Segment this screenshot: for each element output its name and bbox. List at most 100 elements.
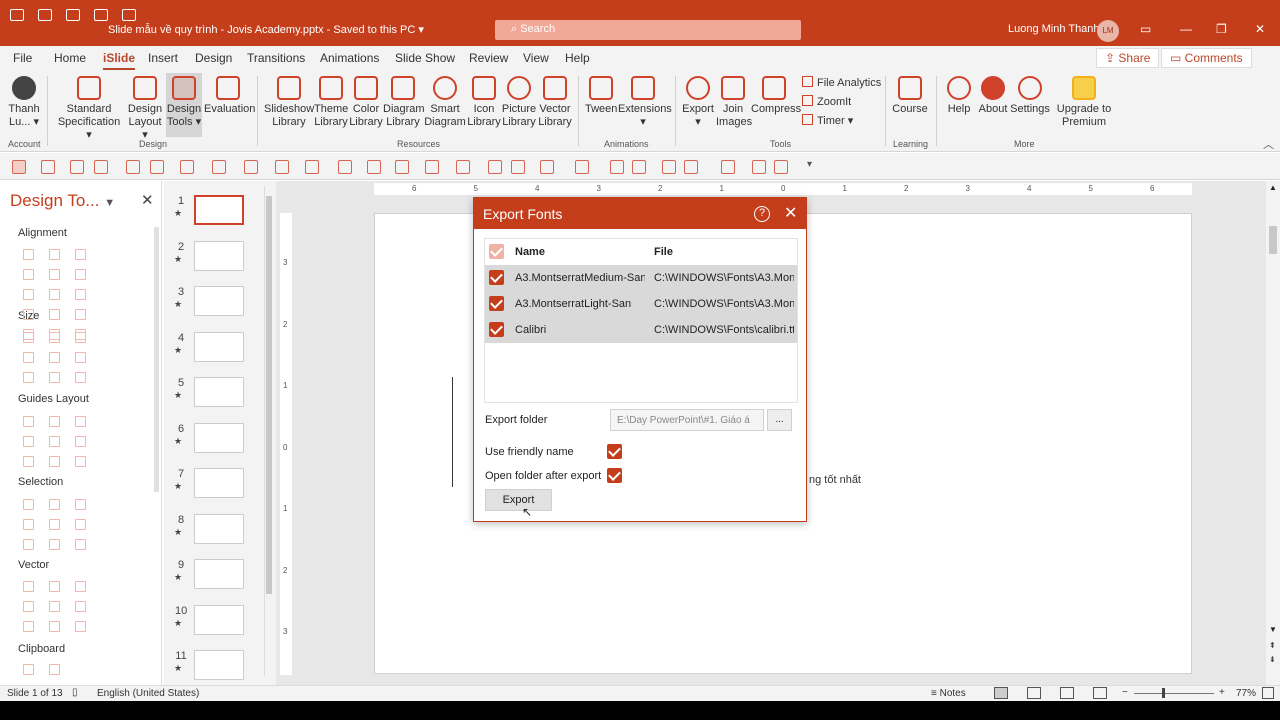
- replace-icon[interactable]: [126, 160, 140, 174]
- tab-islide[interactable]: iSlide: [103, 51, 136, 70]
- slide-thumbnail[interactable]: [194, 422, 244, 453]
- eyedropper-icon[interactable]: [367, 160, 381, 174]
- zoom-in-icon[interactable]: +: [1219, 687, 1225, 698]
- design-layout-button[interactable]: Design Layout ▾: [126, 76, 164, 142]
- slide-thumbnail[interactable]: [194, 195, 244, 225]
- effects-icon[interactable]: [425, 160, 439, 174]
- design-tool-icon[interactable]: [23, 372, 34, 383]
- design-tool-icon[interactable]: [23, 581, 34, 592]
- zoomit-button[interactable]: ZoomIt: [802, 95, 851, 108]
- layout-icon[interactable]: [684, 160, 698, 174]
- tab-review[interactable]: Review: [469, 51, 508, 65]
- account-button[interactable]: Thanh Lu... ▾: [6, 76, 42, 129]
- extensions-button[interactable]: Extensions ▾: [618, 76, 672, 129]
- slide-thumbnail[interactable]: [194, 559, 244, 589]
- transparency-icon[interactable]: [456, 160, 470, 174]
- design-tool-icon[interactable]: [49, 621, 60, 632]
- theme-library-button[interactable]: Theme Library: [314, 76, 348, 129]
- slide-thumbnail[interactable]: [194, 377, 244, 407]
- design-tool-icon[interactable]: [23, 249, 34, 260]
- upgrade-premium-button[interactable]: Upgrade to Premium: [1056, 76, 1112, 129]
- user-name[interactable]: Luong Minh Thanh: [1008, 23, 1100, 35]
- design-tool-icon[interactable]: [23, 621, 34, 632]
- search-box[interactable]: ⌕ Search: [495, 20, 801, 40]
- table-row[interactable]: Calibri C:\WINDOWS\Fonts\calibri.tt: [485, 317, 797, 343]
- slideshow-library-button[interactable]: Slideshow Library: [264, 76, 314, 129]
- slideshow-view-icon[interactable]: [1093, 687, 1107, 699]
- grid-icon[interactable]: [575, 160, 589, 174]
- design-tool-icon[interactable]: [75, 249, 86, 260]
- slide-thumbnail[interactable]: [194, 468, 244, 498]
- scroll-thumb[interactable]: [266, 196, 272, 594]
- vector-library-button[interactable]: Vector Library: [537, 76, 573, 129]
- tab-help[interactable]: Help: [565, 51, 590, 65]
- scroll-up-icon[interactable]: ▲: [1269, 183, 1277, 192]
- help-ribbon-button[interactable]: Help: [944, 76, 974, 116]
- design-tool-icon[interactable]: [75, 309, 86, 320]
- customize-icon[interactable]: [122, 9, 136, 21]
- align-center-icon[interactable]: [632, 160, 646, 174]
- row-checkbox[interactable]: [489, 296, 504, 311]
- course-button[interactable]: Course: [892, 76, 928, 116]
- design-tool-icon[interactable]: [75, 621, 86, 632]
- line-icon[interactable]: [305, 160, 319, 174]
- design-tool-icon[interactable]: [49, 309, 60, 320]
- design-tool-icon[interactable]: [23, 664, 34, 675]
- dialog-header[interactable]: Export Fonts ? ✕: [474, 198, 806, 229]
- reset-icon[interactable]: [41, 160, 55, 174]
- icon-library-button[interactable]: Icon Library: [467, 76, 501, 129]
- standard-specification-button[interactable]: Standard Specification ▾: [54, 76, 124, 142]
- design-tool-icon[interactable]: [75, 332, 86, 343]
- share-button[interactable]: ⇪ Share: [1096, 48, 1160, 68]
- slide-thumbnail[interactable]: [194, 513, 244, 544]
- reading-view-icon[interactable]: [1060, 687, 1074, 699]
- format-shape-icon[interactable]: [395, 160, 409, 174]
- next-slide-icon[interactable]: ⇟: [1269, 655, 1276, 664]
- undo-icon[interactable]: [38, 9, 52, 21]
- design-tool-icon[interactable]: [75, 456, 86, 467]
- design-tool-icon[interactable]: [49, 372, 60, 383]
- design-tool-icon[interactable]: [75, 352, 86, 363]
- design-tools-button[interactable]: Design Tools ▾: [166, 73, 202, 137]
- fill-icon[interactable]: [244, 160, 258, 174]
- design-tool-icon[interactable]: [23, 416, 34, 427]
- design-tool-icon[interactable]: [49, 416, 60, 427]
- toolbar-overflow-icon[interactable]: ▾: [807, 159, 812, 170]
- design-tool-icon[interactable]: [49, 539, 60, 550]
- join-images-button[interactable]: Join Images: [716, 76, 752, 129]
- slide-text-fragment[interactable]: ng tốt nhất: [809, 474, 861, 486]
- export-button[interactable]: Export: [485, 489, 552, 511]
- color-library-button[interactable]: Color Library: [349, 76, 383, 129]
- browse-button[interactable]: ...: [767, 409, 792, 431]
- compress-button[interactable]: Compress: [751, 76, 801, 116]
- zoom-slider[interactable]: [1134, 693, 1214, 694]
- copy-format-icon[interactable]: [150, 160, 164, 174]
- evaluation-button[interactable]: Evaluation: [204, 76, 255, 116]
- layers-icon[interactable]: [610, 160, 624, 174]
- design-tool-icon[interactable]: [75, 581, 86, 592]
- minimize-button[interactable]: —: [1180, 22, 1192, 36]
- spelling-icon[interactable]: ▯: [72, 687, 78, 698]
- design-tool-icon[interactable]: [23, 332, 34, 343]
- settings-button[interactable]: Settings: [1010, 76, 1050, 116]
- slide-thumbnail[interactable]: [194, 286, 244, 316]
- design-tool-icon[interactable]: [49, 332, 60, 343]
- design-tool-icon[interactable]: [23, 309, 34, 320]
- open-folder-checkbox[interactable]: [607, 468, 622, 483]
- design-tool-icon[interactable]: [49, 456, 60, 467]
- diagram-library-button[interactable]: Diagram Library: [383, 76, 425, 129]
- design-tool-icon[interactable]: [23, 601, 34, 612]
- pane-scrollbar[interactable]: [154, 227, 159, 492]
- tab-insert[interactable]: Insert: [148, 51, 178, 65]
- previous-slide-icon[interactable]: ⇞: [1269, 641, 1276, 650]
- about-button[interactable]: About: [976, 76, 1010, 116]
- tab-transitions[interactable]: Transitions: [247, 51, 305, 65]
- design-tool-icon[interactable]: [23, 269, 34, 280]
- zoom-slider-thumb[interactable]: [1162, 688, 1165, 698]
- notes-button[interactable]: ≡ Notes: [931, 688, 966, 699]
- collapse-ribbon-icon[interactable]: ︿: [1263, 136, 1274, 152]
- design-tool-icon[interactable]: [49, 249, 60, 260]
- design-tool-icon[interactable]: [75, 269, 86, 280]
- tween-button[interactable]: Tween: [585, 76, 617, 116]
- slide-counter[interactable]: Slide 1 of 13: [7, 688, 63, 699]
